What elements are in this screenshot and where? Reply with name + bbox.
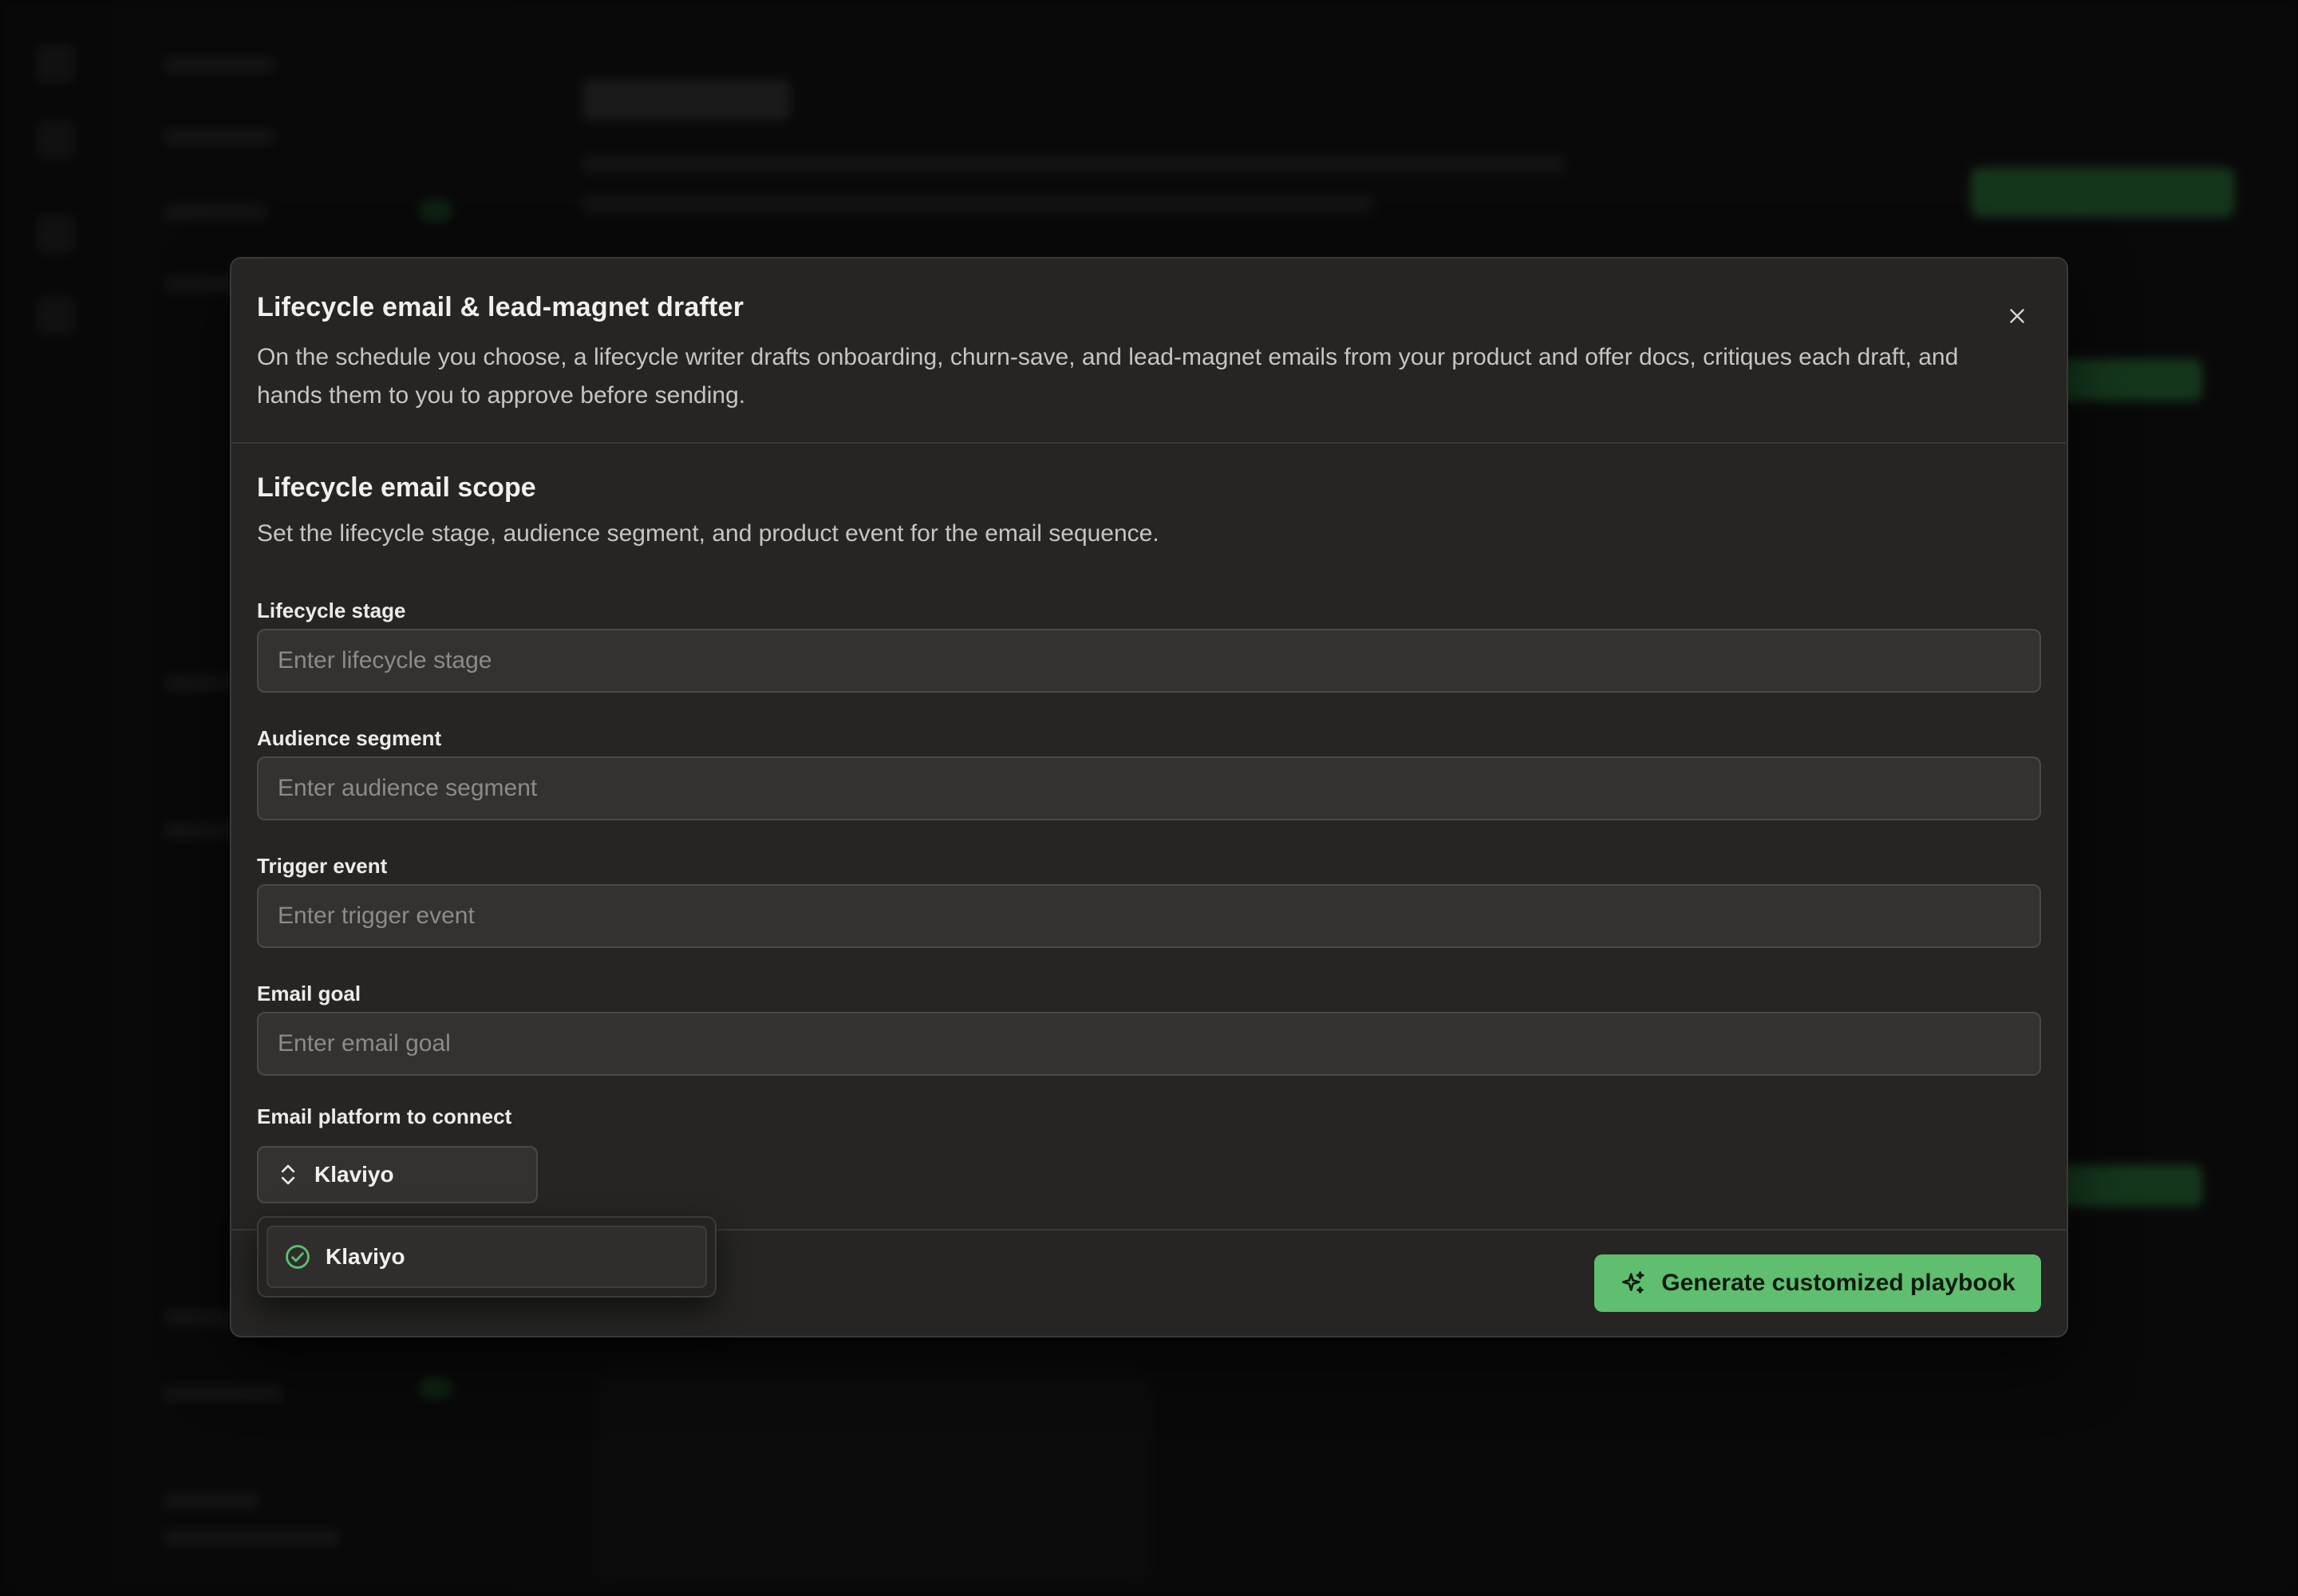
playbook-modal: Lifecycle email & lead-magnet drafter On… bbox=[230, 257, 2068, 1337]
close-icon bbox=[2010, 309, 2024, 323]
audience-segment-input[interactable] bbox=[257, 757, 2041, 820]
chevron-up-down-icon bbox=[281, 1164, 295, 1185]
email-platform-label: Email platform to connect bbox=[257, 1104, 512, 1128]
close-button[interactable] bbox=[1996, 295, 2038, 337]
dropdown-option-klaviyo[interactable]: Klaviyo bbox=[267, 1226, 707, 1288]
email-platform-dropdown: Klaviyo bbox=[257, 1216, 717, 1298]
sparkles-icon bbox=[1622, 1271, 1645, 1294]
modal-description: On the schedule you choose, a lifecycle … bbox=[257, 344, 1959, 409]
generate-playbook-button[interactable]: Generate customized playbook bbox=[1594, 1254, 2041, 1312]
generate-playbook-label: Generate customized playbook bbox=[1661, 1270, 2016, 1296]
lifecycle-stage-label: Lifecycle stage bbox=[257, 598, 406, 622]
check-circle-icon bbox=[286, 1245, 310, 1269]
email-goal-input[interactable] bbox=[257, 1012, 2041, 1076]
email-platform-select[interactable]: Klaviyo bbox=[257, 1146, 538, 1203]
modal-header: Lifecycle email & lead-magnet drafter On… bbox=[231, 259, 2067, 444]
modal-title: Lifecycle email & lead-magnet drafter bbox=[257, 292, 744, 322]
dropdown-option-label: Klaviyo bbox=[326, 1244, 405, 1269]
section-title: Lifecycle email scope bbox=[257, 472, 536, 503]
email-goal-label: Email goal bbox=[257, 982, 361, 1005]
audience-segment-label: Audience segment bbox=[257, 726, 442, 750]
section-description: Set the lifecycle stage, audience segmen… bbox=[257, 520, 1159, 547]
trigger-event-input[interactable] bbox=[257, 884, 2041, 948]
trigger-event-label: Trigger event bbox=[257, 854, 388, 878]
lifecycle-stage-input[interactable] bbox=[257, 629, 2041, 693]
email-platform-selected-value: Klaviyo bbox=[314, 1162, 394, 1187]
